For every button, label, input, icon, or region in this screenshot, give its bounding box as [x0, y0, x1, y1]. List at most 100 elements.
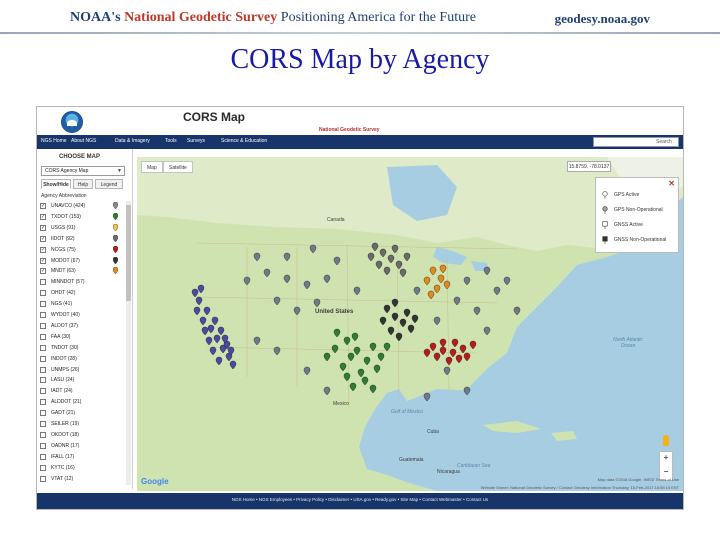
- agency-row[interactable]: OKDOT (18): [39, 430, 125, 441]
- agency-row[interactable]: IADT (24): [39, 386, 125, 397]
- agency-row[interactable]: ✓ IIDOT (92): [39, 234, 125, 245]
- agency-checkbox[interactable]: [40, 301, 46, 308]
- agency-row[interactable]: MINNDOT (57): [39, 277, 125, 288]
- agency-checkbox[interactable]: [40, 421, 46, 427]
- nav-about-ngs[interactable]: About NGS: [71, 138, 96, 144]
- agency-row[interactable]: OADNR (17): [39, 441, 125, 452]
- agency-label: GADT (21): [51, 410, 76, 417]
- search-input[interactable]: Search: [593, 137, 679, 147]
- agency-checkbox[interactable]: [40, 388, 46, 395]
- agency-label: MODOT (67): [51, 257, 80, 264]
- nav-science-education[interactable]: Science & Education: [221, 138, 267, 144]
- legend-row: GPS Non-Operational: [602, 205, 678, 215]
- agency-row[interactable]: NGS (41): [39, 299, 125, 310]
- agency-row[interactable]: ✓ MNDT (63): [39, 266, 125, 277]
- agency-checkbox[interactable]: [40, 453, 46, 460]
- agency-checkbox[interactable]: ✓: [40, 203, 46, 209]
- map-attribution: Map data ©2016 Google, INEGI Terms of Us…: [597, 477, 679, 482]
- agency-checkbox[interactable]: [40, 410, 46, 417]
- agency-label: MNDT (63): [51, 268, 76, 275]
- agency-checkbox[interactable]: [40, 344, 46, 351]
- header-rule: [0, 32, 720, 34]
- layer-panel: CHOOSE MAP CORS Agency Map ▼ Show/Hide H…: [37, 149, 133, 489]
- agency-row[interactable]: ALDDOT (21): [39, 397, 125, 408]
- agency-row[interactable]: ✓ UNAVCO (424): [39, 201, 125, 212]
- agency-row[interactable]: OHDT (42): [39, 288, 125, 299]
- agency-label: IIDOT (92): [51, 235, 75, 242]
- google-logo-text: Google: [141, 477, 169, 486]
- agency-row[interactable]: UNMPS (26): [39, 365, 125, 376]
- agency-row[interactable]: ✓ MODOT (67): [39, 256, 125, 267]
- agency-row[interactable]: ALDOT (37): [39, 321, 125, 332]
- map-select[interactable]: CORS Agency Map ▼: [41, 166, 125, 176]
- agency-row[interactable]: FAA (30): [39, 332, 125, 343]
- nav-ngs-home[interactable]: NGS Home: [41, 138, 67, 144]
- app-header: CORS Map National Geodetic Survey: [37, 107, 683, 135]
- agency-row[interactable]: IFALL (17): [39, 452, 125, 463]
- agency-row[interactable]: TNDOT (30): [39, 343, 125, 354]
- agency-row[interactable]: INDOT (28): [39, 354, 125, 365]
- gnss-square-icon: [602, 236, 608, 244]
- agency-label: UNMPS (26): [51, 366, 80, 373]
- agency-label: UNAVCO (424): [51, 203, 86, 209]
- agency-checkbox[interactable]: [40, 475, 46, 482]
- nav-surveys[interactable]: Surveys: [187, 138, 205, 144]
- agency-label: VTAT (12): [51, 475, 74, 482]
- agency-checkbox[interactable]: [40, 431, 46, 438]
- scrollbar-thumb[interactable]: [126, 205, 131, 301]
- label-atlantic: North Atlantic Ocean: [613, 337, 643, 349]
- agency-checkbox[interactable]: [40, 355, 46, 362]
- app-nav: NGS Home About NGS Data & Imagery Tools …: [37, 135, 683, 149]
- legend-label: GPS Active: [614, 192, 640, 198]
- agency-label: SEILER (19): [51, 421, 80, 427]
- agency-label: TXDOT (153): [51, 213, 81, 220]
- agency-label: ALDOT (37): [51, 322, 78, 329]
- agency-checkbox[interactable]: ✓: [40, 246, 46, 253]
- noaa-logo-icon[interactable]: [61, 111, 83, 133]
- close-icon[interactable]: ✕: [668, 179, 675, 188]
- agency-list-scrollbar[interactable]: [126, 201, 131, 485]
- map-type-map-button[interactable]: Map: [141, 161, 163, 173]
- tab-legend[interactable]: Legend: [95, 179, 123, 189]
- agency-checkbox[interactable]: ✓: [40, 257, 46, 264]
- tab-show-hide[interactable]: Show/Hide: [41, 179, 71, 189]
- agency-checkbox[interactable]: [40, 312, 46, 318]
- agency-checkbox[interactable]: [40, 333, 46, 340]
- agency-row[interactable]: ✓ TXDOT (153): [39, 212, 125, 223]
- tab-help[interactable]: Help: [73, 179, 93, 189]
- footer-links[interactable]: NOS Home • NGS Employees • Privacy Polic…: [37, 497, 683, 502]
- agency-checkbox[interactable]: [40, 290, 46, 297]
- map-type-satellite-button[interactable]: Satellite: [163, 161, 193, 173]
- agency-row[interactable]: SEILER (19): [39, 419, 125, 430]
- agency-row[interactable]: WYDOT (40): [39, 310, 125, 321]
- agency-checkbox[interactable]: [40, 279, 46, 286]
- agency-checkbox[interactable]: ✓: [40, 268, 46, 275]
- agency-row[interactable]: ✓ NCGS (75): [39, 245, 125, 256]
- agency-checkbox[interactable]: [40, 399, 46, 406]
- agency-checkbox[interactable]: ✓: [40, 224, 46, 231]
- street-view-pegman-icon[interactable]: [663, 435, 669, 446]
- agency-checkbox[interactable]: ✓: [40, 235, 46, 242]
- agency-row[interactable]: LASU (24): [39, 375, 125, 386]
- label-cuba: Cuba: [427, 429, 439, 435]
- agency-checkbox[interactable]: [40, 377, 46, 384]
- agency-row[interactable]: VTAT (12): [39, 474, 125, 485]
- panel-tabs: Show/Hide Help Legend: [41, 179, 125, 189]
- map-pin-icon: [113, 212, 118, 220]
- agency-checkbox[interactable]: [40, 442, 46, 449]
- agency-row[interactable]: GADT (21): [39, 408, 125, 419]
- map-canvas[interactable]: Map Satellite 15.8759, -78.0137 Canada U…: [137, 157, 683, 491]
- banner-tagline: Positioning America for the Future: [280, 10, 476, 25]
- zoom-out-button[interactable]: −: [660, 467, 672, 476]
- zoom-in-button[interactable]: +: [660, 453, 672, 462]
- agency-row[interactable]: KYTC (16): [39, 463, 125, 474]
- agency-checkbox[interactable]: ✓: [40, 213, 46, 220]
- gps-pin-icon: [602, 206, 608, 214]
- agency-checkbox[interactable]: [40, 464, 46, 471]
- nav-tools[interactable]: Tools: [165, 138, 177, 144]
- hispaniola-island: [551, 431, 577, 441]
- nav-data-imagery[interactable]: Data & Imagery: [115, 138, 150, 144]
- agency-checkbox[interactable]: [40, 322, 46, 329]
- agency-checkbox[interactable]: [40, 366, 46, 373]
- agency-row[interactable]: ✓ USGS (91): [39, 223, 125, 234]
